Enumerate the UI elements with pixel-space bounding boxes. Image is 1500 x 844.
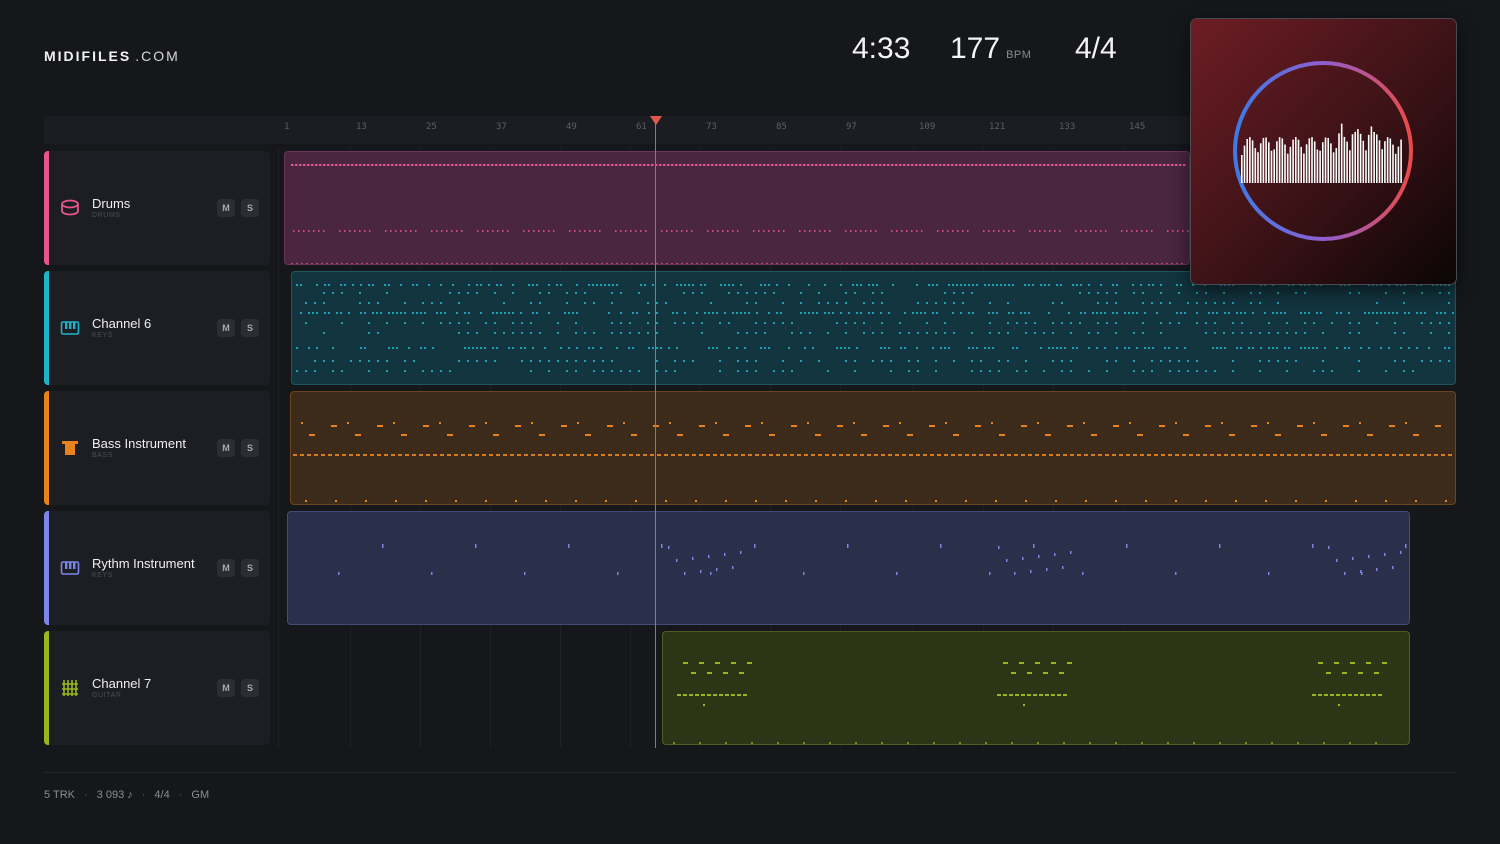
ruler-tick-label: 49	[566, 122, 577, 132]
piano-keys-icon	[60, 318, 80, 338]
track-name[interactable]: Rythm Instrument	[92, 556, 195, 571]
ruler-tick-label: 13	[356, 122, 367, 132]
mute-button[interactable]: M	[217, 439, 235, 457]
guitar-fretboard-icon	[60, 678, 80, 698]
visualizer-svg	[1233, 61, 1413, 241]
tempo-unit: BPM	[1006, 49, 1032, 61]
album-art-visualizer	[1191, 19, 1456, 284]
playhead-marker[interactable]	[650, 116, 662, 125]
track-color-bar	[44, 511, 49, 625]
ruler-tick-label: 73	[706, 122, 717, 132]
track-color-bar	[44, 151, 49, 265]
app-logo[interactable]: MIDIFILES .COM	[44, 48, 180, 64]
footer-standard: GM	[191, 789, 210, 801]
bass-amp-icon	[60, 438, 80, 458]
footer-separator: ·	[178, 789, 183, 801]
track-name[interactable]: Drums	[92, 196, 130, 211]
drum-icon	[60, 198, 80, 218]
mute-button[interactable]: M	[217, 319, 235, 337]
ruler-tick-label: 121	[989, 122, 1006, 132]
footer-track-count: 5 TRK	[44, 789, 75, 801]
solo-button[interactable]: S	[241, 199, 259, 217]
footer-time-signature: 4/4	[154, 789, 170, 801]
footer-divider	[44, 772, 1456, 773]
clip-3[interactable]	[290, 391, 1456, 505]
ruler-tick-label: 25	[426, 122, 437, 132]
track-color-bar	[44, 271, 49, 385]
clip-notes	[291, 164, 1189, 264]
clip-1[interactable]	[284, 151, 1190, 265]
ruler-tick-label: 97	[846, 122, 857, 132]
track-header-5[interactable]: Channel 7 GUITAR M S	[44, 631, 270, 745]
piano-keys-icon	[60, 558, 80, 578]
waveform-bars	[1241, 123, 1402, 183]
footer-note-count: 3 093 ♪	[96, 789, 133, 801]
solo-button[interactable]: S	[241, 559, 259, 577]
mute-button[interactable]: M	[217, 679, 235, 697]
track-type: GUITAR	[92, 692, 122, 699]
clip-notes	[296, 284, 1454, 372]
ruler-tick-label: 85	[776, 122, 787, 132]
tempo-display: 177 BPM	[950, 32, 1031, 66]
duration-display: 4:33	[852, 32, 911, 65]
track-header-3[interactable]: Bass Instrument BASS M S	[44, 391, 270, 505]
grid-line	[278, 148, 279, 748]
track-color-bar	[44, 631, 49, 745]
clip-notes	[338, 544, 1407, 575]
clip-notes	[293, 422, 1452, 502]
track-type: KEYS	[92, 572, 114, 579]
clip-notes	[673, 662, 1387, 744]
footer-separator: ·	[83, 789, 88, 801]
ruler-tick-label: 1	[284, 122, 290, 132]
mute-button[interactable]: M	[217, 199, 235, 217]
footer-stats: 5 TRK · 3 093 ♪ · 4/4 · GM	[44, 789, 209, 801]
track-header-4[interactable]: Rythm Instrument KEYS M S	[44, 511, 270, 625]
track-type: BASS	[92, 452, 114, 459]
solo-button[interactable]: S	[241, 439, 259, 457]
mute-button[interactable]: M	[217, 559, 235, 577]
track-color-bar	[44, 391, 49, 505]
solo-button[interactable]: S	[241, 319, 259, 337]
solo-button[interactable]: S	[241, 679, 259, 697]
track-header-1[interactable]: Drums DRUMS M S	[44, 151, 270, 265]
clip-5[interactable]	[662, 631, 1410, 745]
clip-4[interactable]	[287, 511, 1410, 625]
time-signature-display: 4/4	[1075, 32, 1117, 65]
track-type: DRUMS	[92, 212, 121, 219]
footer-separator: ·	[141, 789, 146, 801]
ruler-tick-label: 37	[496, 122, 507, 132]
ruler-tick-label: 61	[636, 122, 647, 132]
track-name[interactable]: Bass Instrument	[92, 436, 186, 451]
playhead-line[interactable]	[655, 120, 656, 748]
track-type: KEYS	[92, 332, 114, 339]
ruler-tick-label: 109	[919, 122, 936, 132]
tempo-value: 177	[950, 32, 1001, 65]
clip-2[interactable]	[291, 271, 1456, 385]
track-name[interactable]: Channel 6	[92, 316, 151, 331]
ruler-tick-label: 145	[1129, 122, 1146, 132]
logo-domain-text: .COM	[135, 48, 180, 64]
ruler-tick-label: 133	[1059, 122, 1076, 132]
track-name[interactable]: Channel 7	[92, 676, 151, 691]
logo-main-text: MIDIFILES	[44, 48, 132, 64]
track-header-2[interactable]: Channel 6 KEYS M S	[44, 271, 270, 385]
